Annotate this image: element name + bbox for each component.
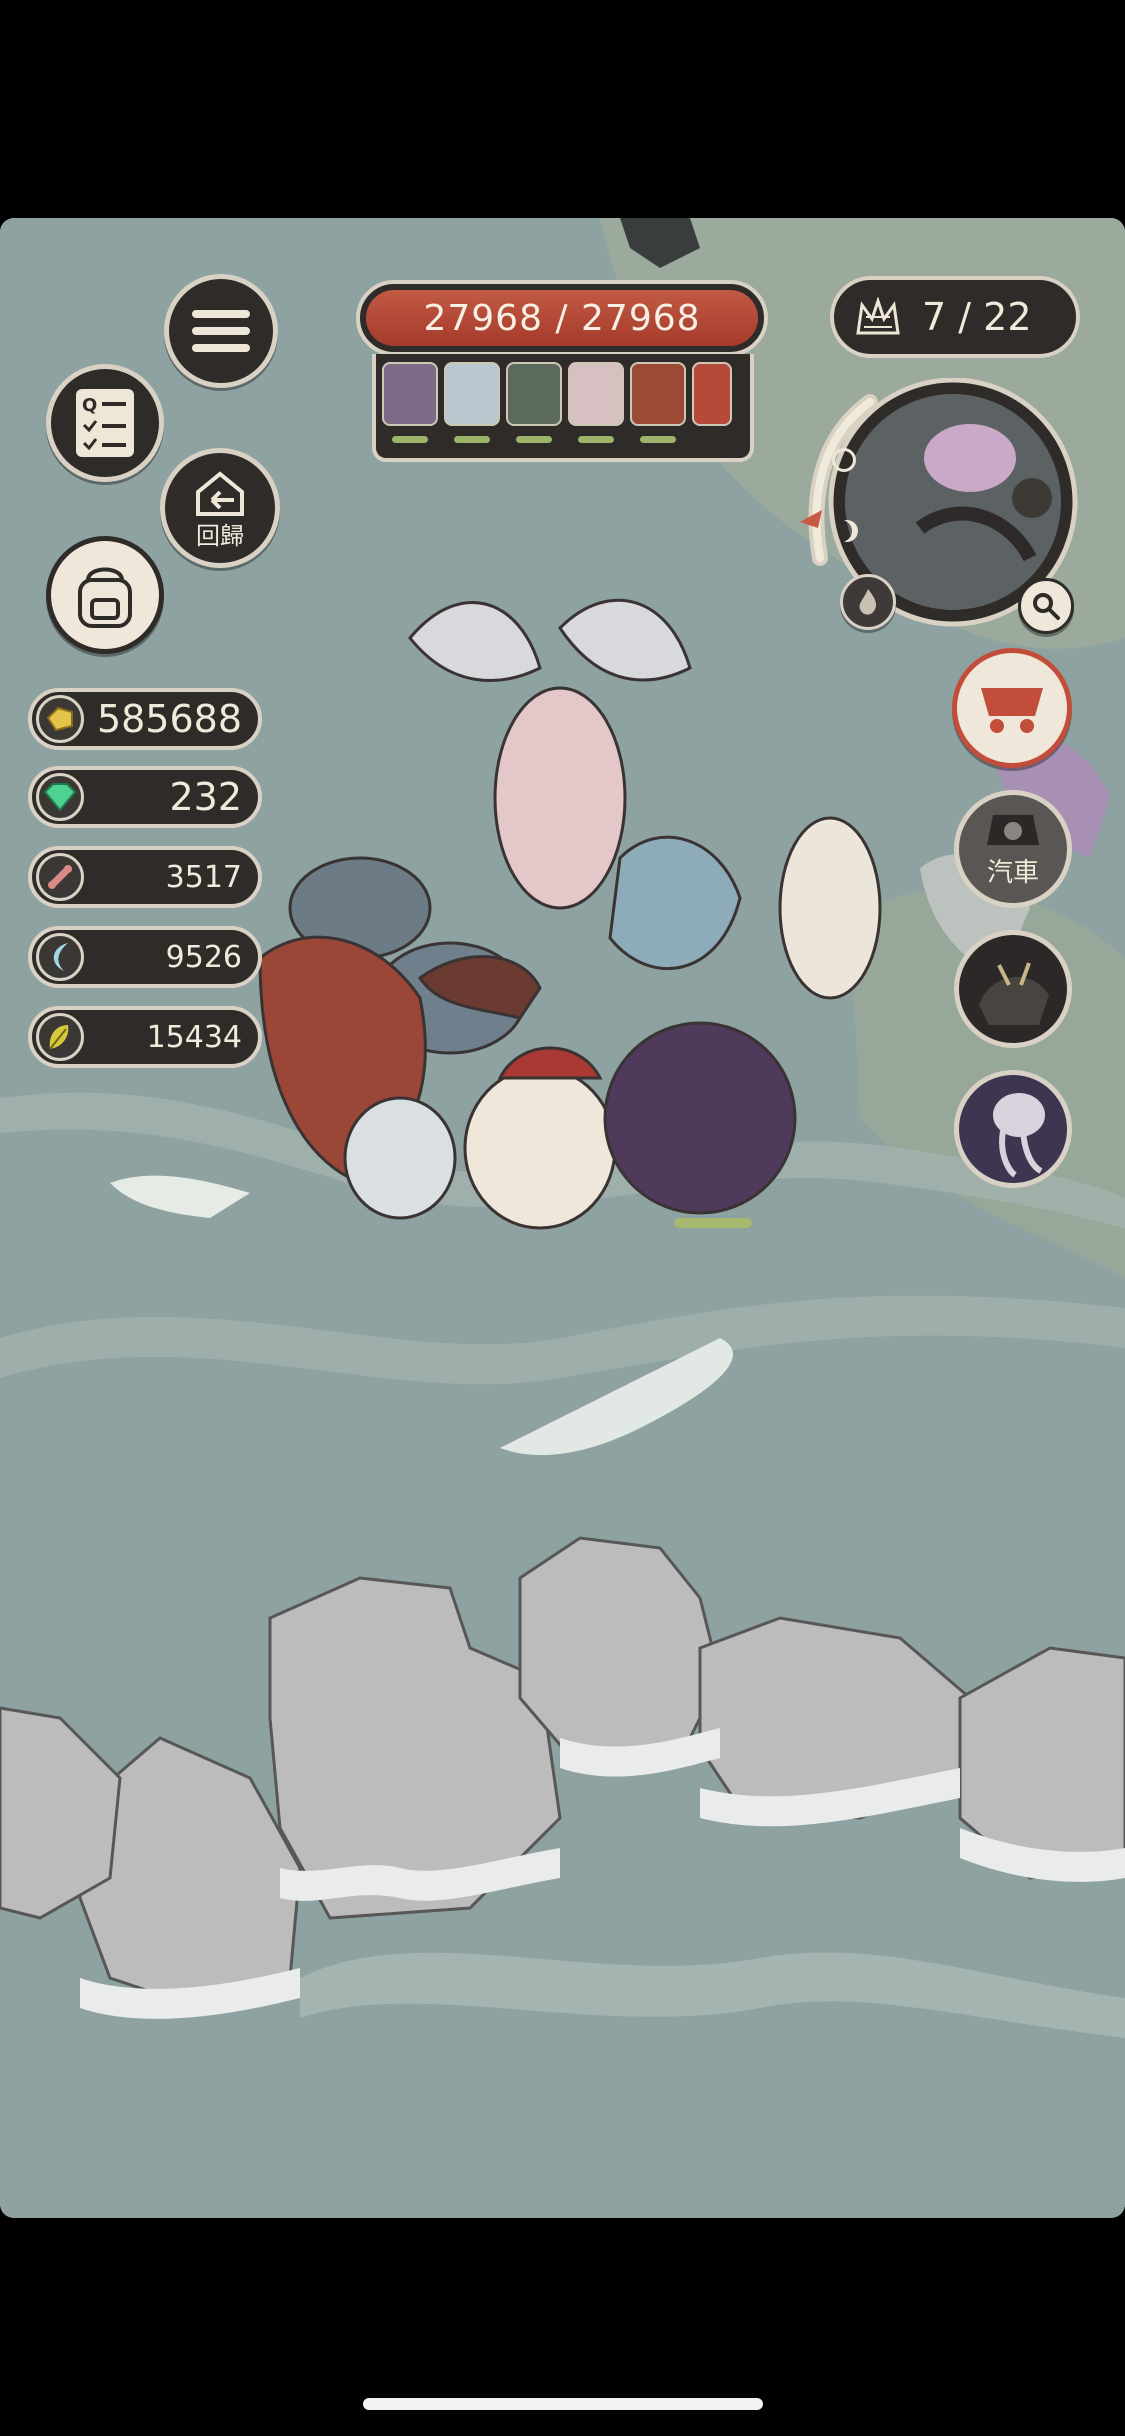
- feather-icon: [36, 1013, 84, 1061]
- party-hp-bar: [516, 436, 552, 443]
- magnifier-icon: [1033, 593, 1060, 620]
- day-phase-icon: [832, 448, 856, 472]
- claw-counter: 9526: [28, 926, 262, 988]
- menu-button[interactable]: [164, 274, 278, 388]
- spiderweb-crown-icon: [856, 297, 900, 335]
- party-slot[interactable]: [506, 362, 562, 450]
- cart-button[interactable]: [952, 648, 1072, 768]
- quest-checklist-icon: Q: [76, 389, 134, 457]
- party-hp-bar: [454, 436, 490, 443]
- quest-button[interactable]: Q: [46, 364, 164, 482]
- car-label: 汽車: [986, 858, 1039, 888]
- game-screen[interactable]: Q 回歸 585688 232 3517 9526 15434 27968 / …: [0, 218, 1125, 2218]
- backpack-button[interactable]: [46, 536, 164, 654]
- home-indicator[interactable]: [363, 2398, 763, 2410]
- gold-nugget-icon: [36, 695, 84, 743]
- cart-icon: [981, 688, 1043, 733]
- bone-counter: 3517: [28, 846, 262, 908]
- squid-beast-button[interactable]: [954, 1070, 1072, 1188]
- hp-fill: 27968 / 27968: [366, 290, 758, 346]
- car-button[interactable]: 汽車: [954, 790, 1072, 908]
- feather-counter: 15434: [28, 1006, 262, 1068]
- night-phase-icon: [836, 520, 858, 542]
- flame-button[interactable]: [840, 574, 896, 630]
- gold-value: 585688: [96, 697, 242, 741]
- pink-beast-portrait: [568, 362, 624, 426]
- gem-counter: 232: [28, 766, 262, 828]
- bone-value: 3517: [165, 859, 242, 895]
- green-beast-portrait: [506, 362, 562, 426]
- white-blue-beast-portrait: [444, 362, 500, 426]
- return-label: 回歸: [196, 522, 244, 550]
- hp-text: 27968 / 27968: [423, 297, 701, 339]
- claw-icon: [36, 933, 84, 981]
- feather-value: 15434: [146, 1019, 242, 1055]
- party-slot[interactable]: [382, 362, 438, 450]
- wave-text: 7 / 22: [922, 295, 1032, 339]
- gold-counter: 585688: [28, 688, 262, 750]
- party-slot[interactable]: [692, 362, 744, 450]
- active-skill-portrait: [692, 362, 732, 426]
- flame-icon: [859, 589, 876, 615]
- hamburger-menu-icon: [192, 310, 250, 352]
- wave-counter: 7 / 22: [830, 276, 1080, 358]
- backpack-icon: [78, 567, 132, 628]
- party-hp-bar: [640, 436, 676, 443]
- shadow-beast-button[interactable]: [954, 930, 1072, 1048]
- return-home-icon: [196, 471, 244, 516]
- shadow-beast-icon: [979, 962, 1049, 1025]
- gem-value: 232: [169, 775, 242, 819]
- party-hp-bar: [578, 436, 614, 443]
- return-button[interactable]: 回歸: [160, 448, 280, 568]
- stage-minimap[interactable]: [800, 377, 1082, 640]
- svg-text:Q: Q: [82, 395, 97, 416]
- party-slot[interactable]: [630, 362, 686, 450]
- party-hp-bar: [392, 436, 428, 443]
- party-slot[interactable]: [444, 362, 500, 450]
- team-hp-bar: 27968 / 27968: [356, 280, 768, 356]
- bone-icon: [36, 853, 84, 901]
- purple-beast-portrait: [382, 362, 438, 426]
- zoom-button[interactable]: [1018, 578, 1074, 634]
- green-gem-icon: [36, 773, 84, 821]
- party-slot[interactable]: [568, 362, 624, 450]
- red-beast-portrait: [630, 362, 686, 426]
- party-strip: [372, 354, 754, 462]
- squid-beast-icon: [993, 1093, 1045, 1178]
- claw-value: 9526: [165, 939, 242, 975]
